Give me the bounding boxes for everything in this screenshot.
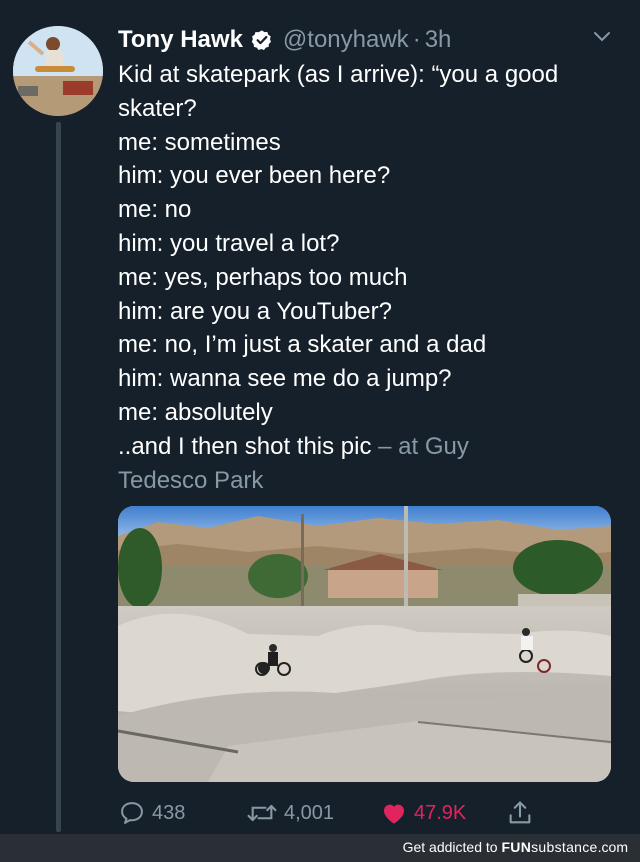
watermark-brand-light: substance [531, 839, 598, 855]
tweet-line: him: you ever been here? [118, 162, 391, 190]
retweet-button[interactable]: 4,001 [246, 796, 334, 830]
like-button[interactable]: 47.9K [380, 796, 466, 830]
watermark-text: Get addicted to FUNsubstance.com [403, 839, 628, 855]
like-count: 47.9K [414, 801, 467, 824]
location-link-continued[interactable]: Tedesco Park [118, 464, 623, 498]
reply-icon [121, 802, 143, 824]
avatar-photo [13, 26, 103, 116]
watermark-prefix: Get addicted to [402, 839, 502, 855]
heart-icon [383, 804, 405, 824]
tweet-time[interactable]: 3h [425, 26, 452, 54]
location-link[interactable]: – at Guy [372, 433, 469, 460]
thread-line [56, 122, 61, 832]
tweet-line: me: no [118, 196, 192, 224]
author-name[interactable]: Tony Hawk [118, 26, 243, 54]
author-handle[interactable]: @tonyhawk [283, 26, 409, 54]
tweet-line: me: sometimes [118, 128, 281, 156]
tweet-line: me: yes, perhaps too much [118, 263, 408, 291]
tweet-line: me: no, I’m just a skater and a dad [118, 331, 487, 359]
chevron-down-icon[interactable] [592, 30, 612, 44]
watermark-bar: Get addicted to FUNsubstance.com [0, 834, 640, 862]
separator-dot: · [412, 26, 421, 53]
watermark-brand-bold: FUN [501, 839, 532, 855]
tweet-photo[interactable] [118, 506, 611, 782]
tweet-line: skater? [118, 94, 197, 122]
reply-button[interactable]: 438 [118, 796, 185, 830]
skatepark-photo [118, 506, 611, 782]
tweet-line: ..and I then shot this pic – at Guy [118, 430, 623, 464]
tweet-header: Tony Hawk @tonyhawk · 3h [118, 24, 620, 56]
watermark-suffix: .com [597, 839, 628, 855]
tweet-line: him: wanna see me do a jump? [118, 365, 452, 393]
tweet-line: me: absolutely [118, 398, 273, 426]
tweet-line: him: you travel a lot? [118, 229, 340, 257]
retweet-count: 4,001 [284, 801, 335, 824]
tweet-line: Kid at skatepark (as I arrive): “you a g… [118, 61, 559, 88]
share-button[interactable] [506, 796, 540, 830]
avatar[interactable] [13, 26, 103, 116]
tweet-line: him: are you a YouTuber? [118, 297, 392, 325]
tweet-text: Kid at skatepark (as I arrive): “you a g… [118, 58, 623, 497]
share-icon [509, 801, 531, 824]
reply-count: 438 [152, 801, 186, 824]
retweet-icon [247, 804, 277, 822]
tweet-last-line: ..and I then shot this pic [118, 432, 372, 460]
tweet-actions: 438 4,001 47.9K [118, 796, 620, 830]
verified-badge-icon [251, 29, 273, 51]
